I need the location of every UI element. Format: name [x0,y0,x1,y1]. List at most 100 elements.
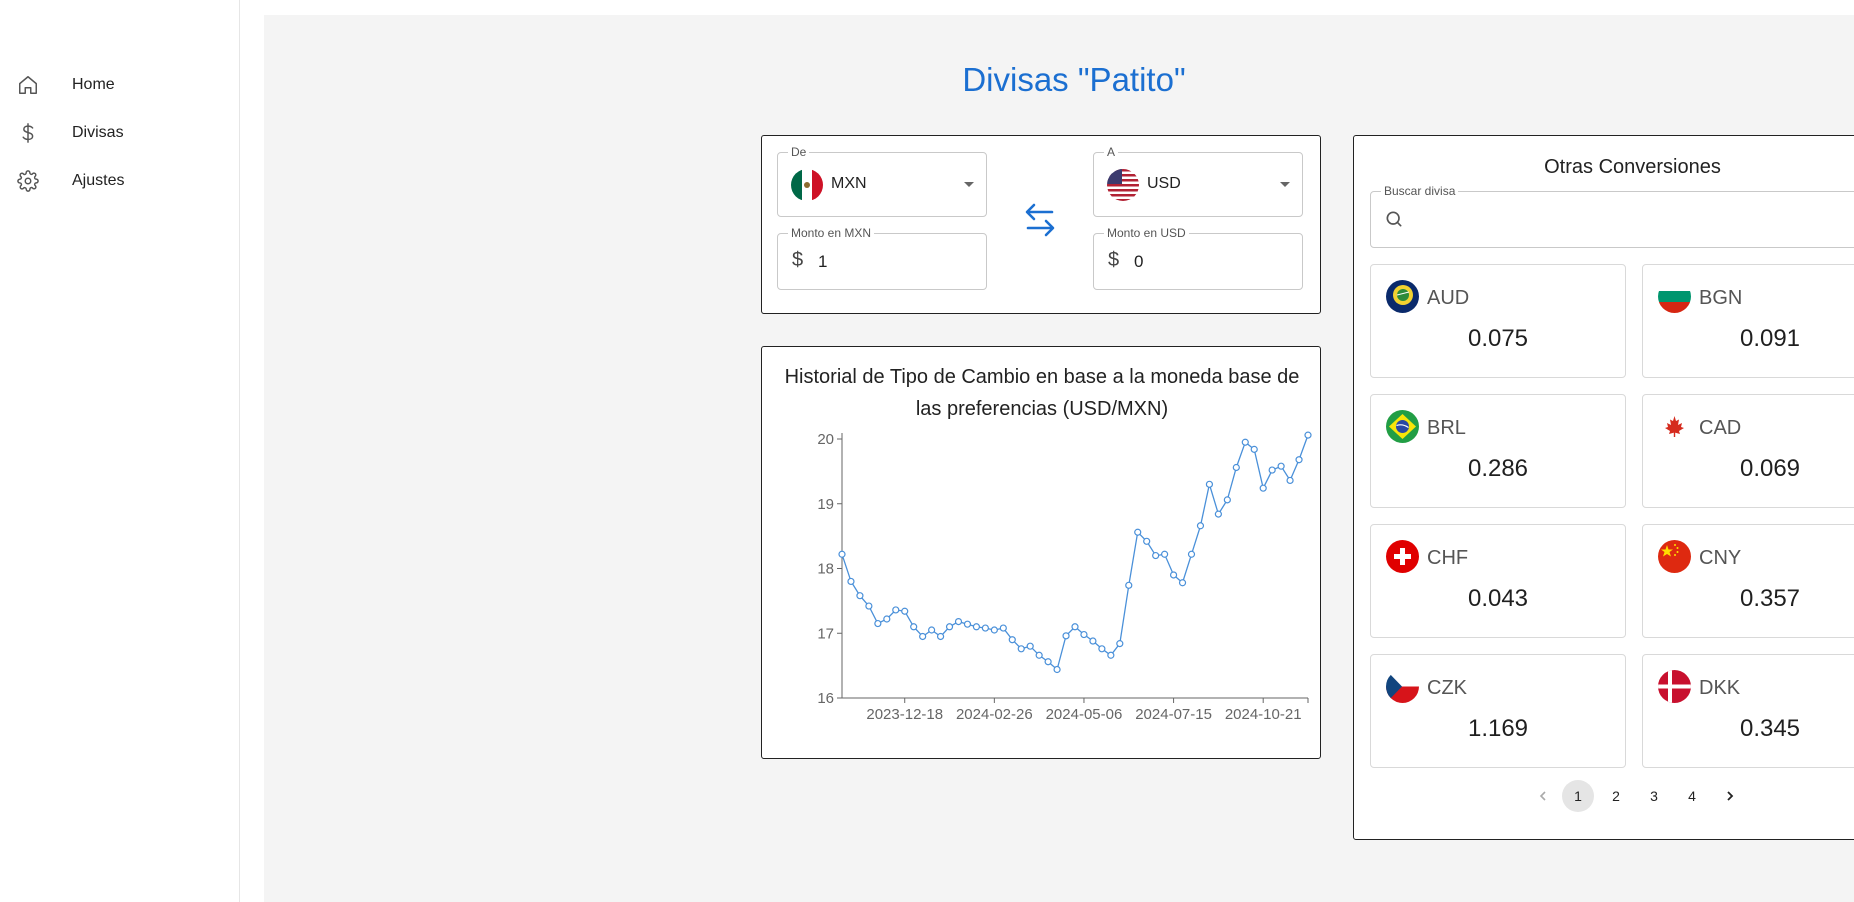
currency-tile-cny[interactable]: CNY 0.357 [1642,524,1854,638]
data-point [1250,445,1258,453]
sidebar-item-home[interactable]: Home [0,63,239,107]
to-amount-input[interactable] [1134,250,1284,274]
gear-icon [16,169,40,193]
data-point [1080,630,1088,639]
previous-page-button[interactable] [1527,780,1559,812]
data-point [1196,522,1205,530]
data-point [1116,640,1124,648]
page-button-3[interactable]: 3 [1638,780,1670,812]
to-amount-field[interactable]: Monto en USD $ [1093,226,1303,290]
data-point [1169,571,1178,579]
page-button-4[interactable]: 4 [1676,780,1708,812]
currency-tile-brl[interactable]: BRL 0.286 [1370,394,1626,508]
data-point [981,624,989,632]
data-point [928,626,936,634]
from-currency-code: MXN [831,175,867,192]
sidebar-item-label: Divisas [72,124,124,141]
sidebar-item-label: Ajustes [72,172,125,189]
search-input[interactable] [1415,208,1854,234]
data-point [990,626,998,634]
data-point [1241,438,1249,446]
search-field[interactable]: Buscar divisa [1370,184,1854,248]
to-currency-select[interactable]: A USD [1093,145,1303,217]
data-point [901,607,909,615]
currency-code: DKK [1699,677,1741,699]
data-point [838,550,846,558]
currency-value: 1.169 [1467,715,1529,742]
data-point [1008,636,1016,644]
currency-value: 0.091 [1739,325,1801,352]
data-point [1044,658,1052,666]
data-point [1214,510,1222,518]
x-tick-label: 2024-07-15 [1135,706,1212,723]
x-tick-label: 2024-02-26 [956,706,1033,723]
history-chart-card: Historial de Tipo de Cambio en base a la… [761,346,1321,759]
data-point [1205,480,1214,488]
data-point [1107,651,1115,659]
data-point [865,602,873,610]
sidebar-item-ajustes[interactable]: Ajustes [0,159,239,203]
from-amount-field[interactable]: Monto en MXN $ [777,226,987,290]
pagination: 1 2 3 4 [1354,780,1854,812]
from-amount-input[interactable] [818,250,968,274]
data-point [910,623,918,631]
next-page-button[interactable] [1714,780,1746,812]
home-icon [16,73,40,97]
currency-tile-chf[interactable]: CHF 0.043 [1370,524,1626,638]
data-point [847,577,855,586]
x-tick-label: 2023-12-18 [866,706,943,723]
currency-code: CZK [1427,677,1467,699]
data-point [1026,642,1034,650]
x-tick-label: 2024-05-06 [1046,706,1123,723]
data-point [1295,456,1303,464]
other-conversions-card: Otras Conversiones Buscar divisa AUD 0.0… [1353,135,1854,840]
currency-code: AUD [1427,287,1470,309]
x-tick-label: 2024-10-21 [1225,706,1302,723]
from-currency-select[interactable]: De MXN [777,145,987,217]
data-point [999,624,1007,632]
y-tick-label: 19 [817,496,834,513]
mexico-flag-icon [791,169,823,201]
sidebar-item-divisas[interactable]: Divisas [0,111,239,155]
to-currency-label: A [1104,145,1119,159]
data-point [1178,579,1187,587]
data-point [919,632,927,641]
switzerland-flag-icon [1386,540,1419,573]
data-point [1071,623,1079,631]
data-point [1098,645,1106,653]
to-currency-code: USD [1147,175,1181,192]
australia-flag-icon [1386,280,1419,313]
currency-tile-czk[interactable]: CZK 1.169 [1370,654,1626,768]
currency-tile-aud[interactable]: AUD 0.075 [1370,264,1626,378]
exchange-rate-line-chart: 16 17 18 19 20 2023-12-18 2024-02-26 2024-05-06… [817,431,1312,723]
main-content: Divisas "Patito" De MXN A USD Monto en M… [264,15,1854,902]
data-point [972,623,981,631]
from-currency-label: De [788,145,810,159]
currency-tile-bgn[interactable]: BGN 0.091 [1642,264,1854,378]
currency-tile-cad[interactable]: CAD 0.069 [1642,394,1854,508]
currency-tile-dkk[interactable]: DKK 0.345 [1642,654,1854,768]
denmark-flag-icon [1658,670,1691,703]
swap-button[interactable] [1024,202,1056,238]
search-icon [1384,209,1404,234]
chevron-down-icon [964,182,974,187]
data-point [936,632,945,641]
chevron-down-icon [1280,182,1290,187]
data-point [963,620,972,628]
currency-value: 0.345 [1739,715,1801,742]
page-button-1[interactable]: 1 [1562,780,1594,812]
data-point [1161,550,1169,558]
other-conversions-title: Otras Conversiones [1544,156,1721,178]
data-point [1286,476,1294,485]
y-tick-label: 16 [817,690,834,707]
data-point [1152,551,1160,560]
data-point [874,619,882,628]
currency-value: 0.069 [1739,455,1801,482]
data-point [1062,632,1070,640]
data-point [1268,466,1276,474]
chevron-left-icon [1539,791,1546,801]
data-point [1232,463,1240,472]
data-point [892,606,900,614]
page-button-2[interactable]: 2 [1600,780,1632,812]
dollar-icon: $ [792,249,804,271]
